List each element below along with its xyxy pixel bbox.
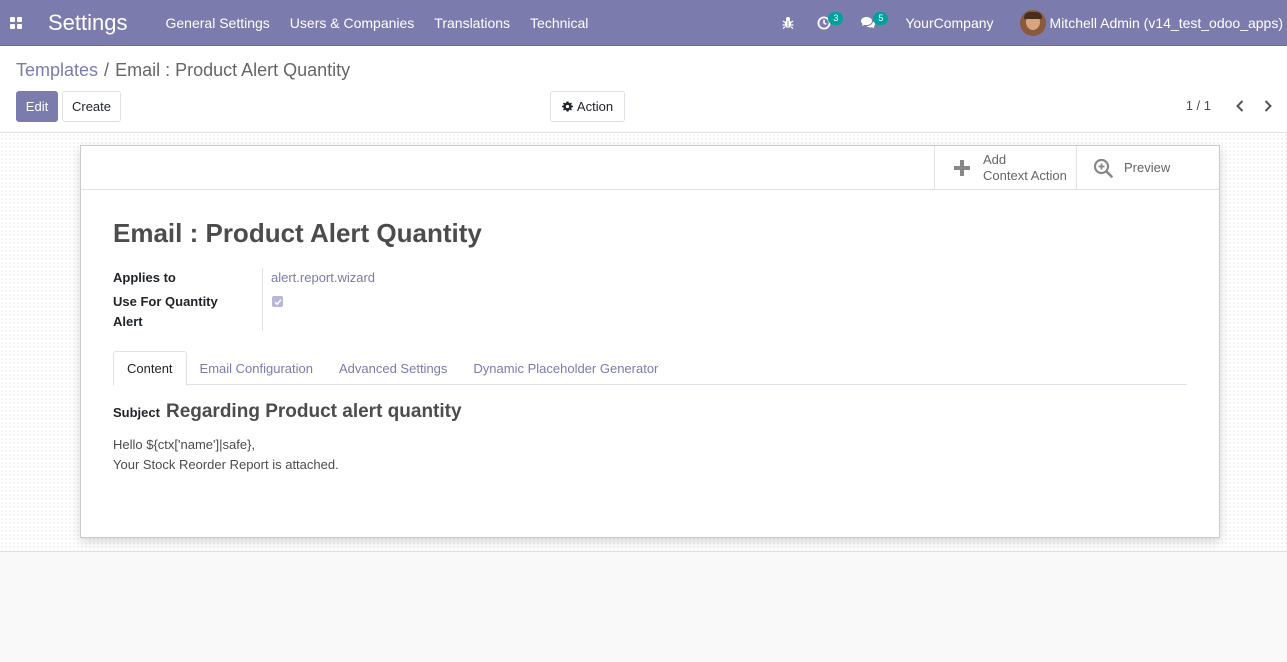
user-name: Mitchell Admin (v14_test_odoo_apps) xyxy=(1049,14,1283,31)
button-box: Add Context Action Preview xyxy=(81,146,1219,190)
menu-general-settings[interactable]: General Settings xyxy=(156,0,280,46)
tab-content[interactable]: Content xyxy=(113,351,187,386)
apps-menu-icon[interactable] xyxy=(0,0,32,46)
subject-row: Subject Regarding Product alert quantity xyxy=(113,401,462,423)
menu-users-companies[interactable]: Users & Companies xyxy=(280,0,425,46)
subject-value: Regarding Product alert quantity xyxy=(165,401,462,422)
quantity-alert-label: Use For Quantity Alert xyxy=(113,292,218,332)
quantity-alert-label-line1: Use For Quantity xyxy=(113,294,218,309)
messages-count-badge: 5 xyxy=(873,11,889,25)
form-view-background: Add Context Action Preview Email : Produ… xyxy=(0,133,1287,552)
add-context-action-button[interactable]: Add Context Action xyxy=(934,146,1076,190)
pager-previous-icon[interactable] xyxy=(1230,96,1250,116)
activities-clock-icon[interactable]: 3 xyxy=(808,0,851,46)
pager-next-icon[interactable] xyxy=(1258,96,1278,116)
preview-button[interactable]: Preview xyxy=(1076,146,1219,190)
pager-counter[interactable]: 1 / 1 xyxy=(1186,98,1211,113)
field-separator xyxy=(262,268,263,331)
breadcrumb-current: Email : Product Alert Quantity xyxy=(115,60,351,80)
messages-chat-icon[interactable]: 5 xyxy=(851,0,896,46)
systray: 3 5 YourCompany Mitchell Admin (v14_test… xyxy=(773,0,1287,46)
create-button[interactable]: Create xyxy=(62,91,121,122)
quantity-alert-label-line2: Alert xyxy=(113,314,143,329)
check-icon xyxy=(273,298,282,305)
add-context-line2: Context Action xyxy=(983,168,1067,183)
edit-button[interactable]: Edit xyxy=(16,91,58,122)
plus-icon xyxy=(954,160,970,176)
applies-to-model-link[interactable]: alert.report.wizard xyxy=(271,268,375,288)
form-sheet: Add Context Action Preview Email : Produ… xyxy=(80,145,1220,538)
company-switcher[interactable]: YourCompany xyxy=(896,0,1019,46)
menu-translations[interactable]: Translations xyxy=(424,0,520,46)
subject-label: Subject xyxy=(113,405,160,420)
magnifier-plus-icon xyxy=(1093,158,1113,178)
action-label: Action xyxy=(576,99,614,114)
quantity-alert-checkbox[interactable] xyxy=(272,296,283,307)
breadcrumb-separator: / xyxy=(104,60,110,80)
control-panel: Templates / Email : Product Alert Quanti… xyxy=(0,46,1287,133)
record-title: Email : Product Alert Quantity xyxy=(113,218,482,248)
preview-label: Preview xyxy=(1124,160,1171,175)
user-menu[interactable]: Mitchell Admin (v14_test_odoo_apps) xyxy=(1019,0,1287,46)
breadcrumb-templates-link[interactable]: Templates xyxy=(16,60,98,81)
notebook-tabs: Content Email Configuration Advanced Set… xyxy=(113,351,1187,386)
breadcrumb: Templates / Email : Product Alert Quanti… xyxy=(16,60,350,81)
top-navbar: Settings General Settings Users & Compan… xyxy=(0,0,1287,46)
app-title[interactable]: Settings xyxy=(48,10,128,36)
email-body-line2: Your Stock Reorder Report is attached. xyxy=(113,457,339,472)
debug-bug-icon[interactable] xyxy=(773,0,808,46)
gear-icon xyxy=(561,101,573,112)
activities-count-badge: 3 xyxy=(828,11,844,25)
action-dropdown-button[interactable]: Action xyxy=(550,91,625,122)
add-context-line1: Add xyxy=(983,152,1007,167)
tab-advanced-settings[interactable]: Advanced Settings xyxy=(326,351,460,385)
tab-email-configuration[interactable]: Email Configuration xyxy=(187,351,326,385)
user-avatar xyxy=(1019,9,1046,36)
email-body: Hello ${ctx['name']|safe}, Your Stock Re… xyxy=(113,435,339,475)
main-menu: General Settings Users & Companies Trans… xyxy=(156,0,599,46)
applies-to-label: Applies to xyxy=(113,270,176,285)
email-body-line1: Hello ${ctx['name']|safe}, xyxy=(113,437,256,452)
tab-dynamic-placeholder-generator[interactable]: Dynamic Placeholder Generator xyxy=(460,351,671,385)
menu-technical[interactable]: Technical xyxy=(520,0,598,46)
